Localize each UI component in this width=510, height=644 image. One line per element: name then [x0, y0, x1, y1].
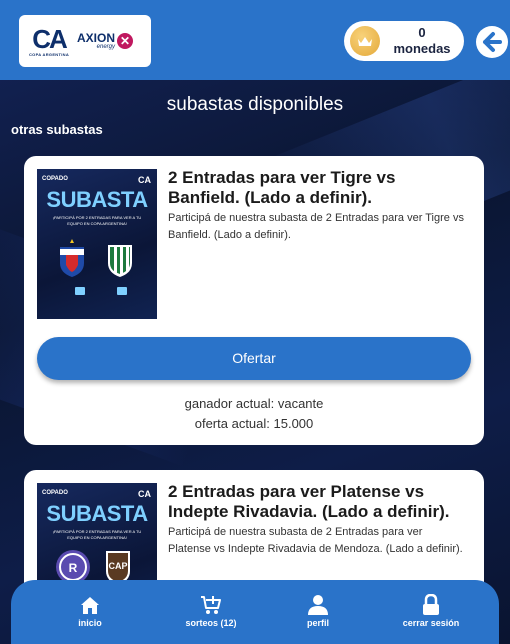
axion-mark-icon: ✕ [117, 33, 134, 49]
auction-title: 2 Entradas para ver Platense vs Indepte … [168, 482, 450, 521]
offer-button[interactable]: Ofertar [37, 337, 471, 380]
nav-item-inicio[interactable]: inicio [40, 594, 140, 628]
nav-item-cerrar-sesion[interactable]: cerrar sesión [381, 594, 481, 628]
poster-brand: COPADO [42, 176, 68, 182]
lock-icon [423, 594, 439, 615]
poster-title: SUBASTA [46, 501, 148, 526]
arrow-left-icon [483, 32, 502, 52]
copa-argentina-logo: CA COPA ARGENTINA [25, 26, 73, 57]
axion-logo-text: AXION [77, 31, 116, 45]
nav-item-label: sorteos (12) [185, 618, 237, 628]
axion-logo: AXION energy ✕ [77, 31, 134, 50]
coins-balance[interactable]: 0 monedas [344, 21, 464, 61]
coins-label: monedas [393, 41, 451, 56]
nav-item-perfil[interactable]: perfil [268, 594, 368, 628]
home-icon [81, 597, 99, 614]
nav-item-label: cerrar sesión [402, 618, 460, 628]
top-bar: CA COPA ARGENTINA AXION energy ✕ 0 moned… [0, 0, 510, 80]
svg-text:CAP: CAP [108, 561, 127, 571]
auction-card: COPADO CA SUBASTA ¡PARTICIPÁ POR 2 ENTRA… [24, 156, 484, 445]
poster-text: ¡PARTICIPÁ POR 2 ENTRADAS PARA VER A TU … [52, 215, 142, 226]
ticket-icon [75, 287, 85, 295]
poster-ca-logo: CA [138, 489, 151, 499]
page-title: subastas disponibles [166, 94, 344, 115]
ca-logo-subtext: COPA ARGENTINA [28, 51, 70, 57]
poster-text: ¡PARTICIPÁ POR 2 ENTRADAS PARA VER A TU … [52, 529, 142, 540]
user-icon [308, 595, 328, 615]
back-button[interactable] [476, 26, 508, 58]
brand-logo[interactable]: CA COPA ARGENTINA AXION energy ✕ [19, 15, 151, 67]
coins-count: 0 [418, 25, 426, 40]
axion-logo-subtext: energy [96, 44, 116, 50]
nav-item-label: inicio [78, 618, 102, 628]
current-offer: oferta actual: 15.000 [194, 416, 314, 431]
svg-text:R: R [69, 561, 78, 575]
poster-ca-logo: CA [138, 175, 151, 185]
nav-item-label: perfil [306, 618, 329, 628]
bottom-nav: inicio sorteos (12) perfil cerrar sesión [11, 580, 499, 644]
nav-item-sorteos[interactable]: sorteos (12) [161, 594, 261, 628]
banfield-crest-icon [108, 245, 132, 277]
auction-description: Participá de nuestra subasta de 2 Entrad… [168, 212, 464, 241]
section-label: otras subastas [11, 122, 103, 137]
auction-title: 2 Entradas para ver Tigre vs Banfield. (… [168, 168, 396, 207]
ca-logo-text: CA [32, 23, 68, 54]
auction-description: Participá de nuestra subasta de 2 Entrad… [168, 526, 463, 555]
crown-icon [358, 36, 372, 46]
tigre-crest-icon [60, 239, 84, 277]
poster-brand: COPADO [42, 490, 68, 496]
current-winner: ganador actual: vacante [184, 396, 324, 411]
cart-plus-icon [201, 596, 221, 614]
auction-poster: COPADO CA SUBASTA ¡PARTICIPÁ POR 2 ENTRA… [37, 169, 157, 319]
coin-icon [350, 26, 380, 56]
poster-title: SUBASTA [46, 187, 148, 212]
ticket-icon [117, 287, 127, 295]
